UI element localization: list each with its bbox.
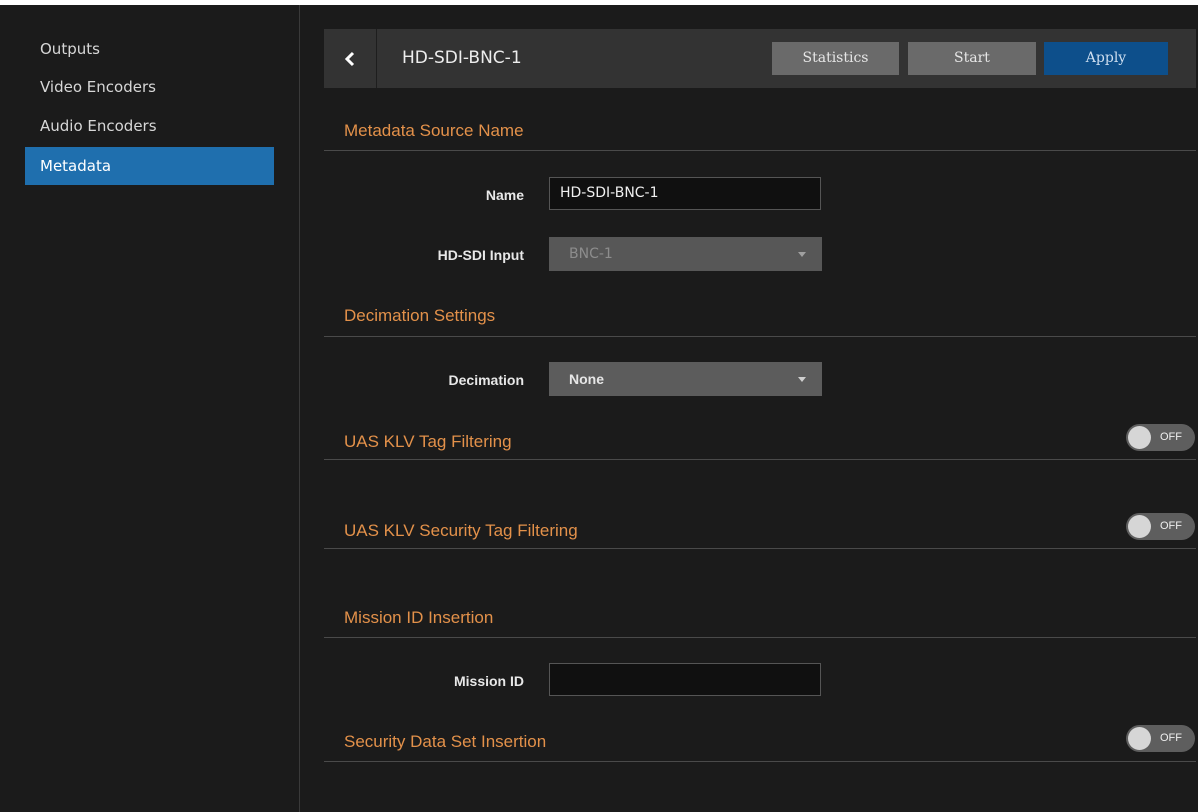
divider: [324, 336, 1196, 337]
section-title-security-data-set: Security Data Set Insertion: [344, 732, 547, 751]
divider: [324, 548, 1196, 549]
page-title: HD-SDI-BNC-1: [402, 48, 522, 68]
name-label: Name: [485, 187, 524, 203]
apply-button[interactable]: Apply: [1044, 42, 1168, 75]
hd-sdi-input-value: BNC-1: [569, 246, 613, 262]
toggle-knob: [1128, 727, 1151, 750]
section-title-uas-klv: UAS KLV Tag Filtering: [344, 432, 512, 451]
security-data-set-toggle[interactable]: OFF: [1126, 725, 1195, 752]
uas-klv-toggle[interactable]: OFF: [1126, 424, 1195, 451]
decimation-label: Decimation: [448, 372, 524, 388]
caret-down-icon: [798, 377, 806, 382]
sidebar-item-audio-encoders[interactable]: Audio Encoders: [25, 107, 274, 145]
hd-sdi-input-select: BNC-1: [549, 237, 822, 271]
decimation-value: None: [569, 371, 604, 387]
section-title-uas-klv-security: UAS KLV Security Tag Filtering: [344, 521, 578, 540]
sidebar: Outputs Video Encoders Audio Encoders Me…: [0, 5, 300, 812]
uas-klv-security-toggle[interactable]: OFF: [1126, 513, 1195, 540]
name-input[interactable]: HD-SDI-BNC-1: [549, 177, 821, 210]
page-header: HD-SDI-BNC-1 Statistics Start Apply: [324, 29, 1196, 88]
divider: [324, 459, 1196, 460]
toggle-knob: [1128, 426, 1151, 449]
toggle-state-label: OFF: [1160, 520, 1182, 532]
app-window: Outputs Video Encoders Audio Encoders Me…: [0, 0, 1198, 812]
sidebar-item-metadata[interactable]: Metadata: [25, 147, 274, 185]
decimation-select[interactable]: None: [549, 362, 822, 396]
toggle-knob: [1128, 515, 1151, 538]
section-title-mission: Mission ID Insertion: [344, 608, 494, 627]
mission-id-label: Mission ID: [453, 673, 524, 689]
mission-id-input[interactable]: [549, 663, 821, 696]
divider: [324, 150, 1196, 151]
sidebar-item-outputs[interactable]: Outputs: [25, 30, 274, 68]
caret-down-icon: [798, 252, 806, 257]
section-title-source-name: Metadata Source Name: [344, 121, 524, 140]
back-button[interactable]: [324, 29, 377, 88]
main-panel: HD-SDI-BNC-1 Statistics Start Apply Meta…: [324, 5, 1198, 812]
toggle-state-label: OFF: [1160, 431, 1182, 443]
toggle-state-label: OFF: [1160, 732, 1182, 744]
section-title-decimation: Decimation Settings: [344, 306, 496, 325]
start-button[interactable]: Start: [908, 42, 1036, 75]
divider: [324, 637, 1196, 638]
hd-sdi-input-label: HD-SDI Input: [437, 247, 524, 263]
statistics-button[interactable]: Statistics: [772, 42, 899, 75]
divider: [324, 761, 1196, 762]
sidebar-item-video-encoders[interactable]: Video Encoders: [25, 68, 274, 106]
chevron-left-icon: [344, 51, 355, 66]
